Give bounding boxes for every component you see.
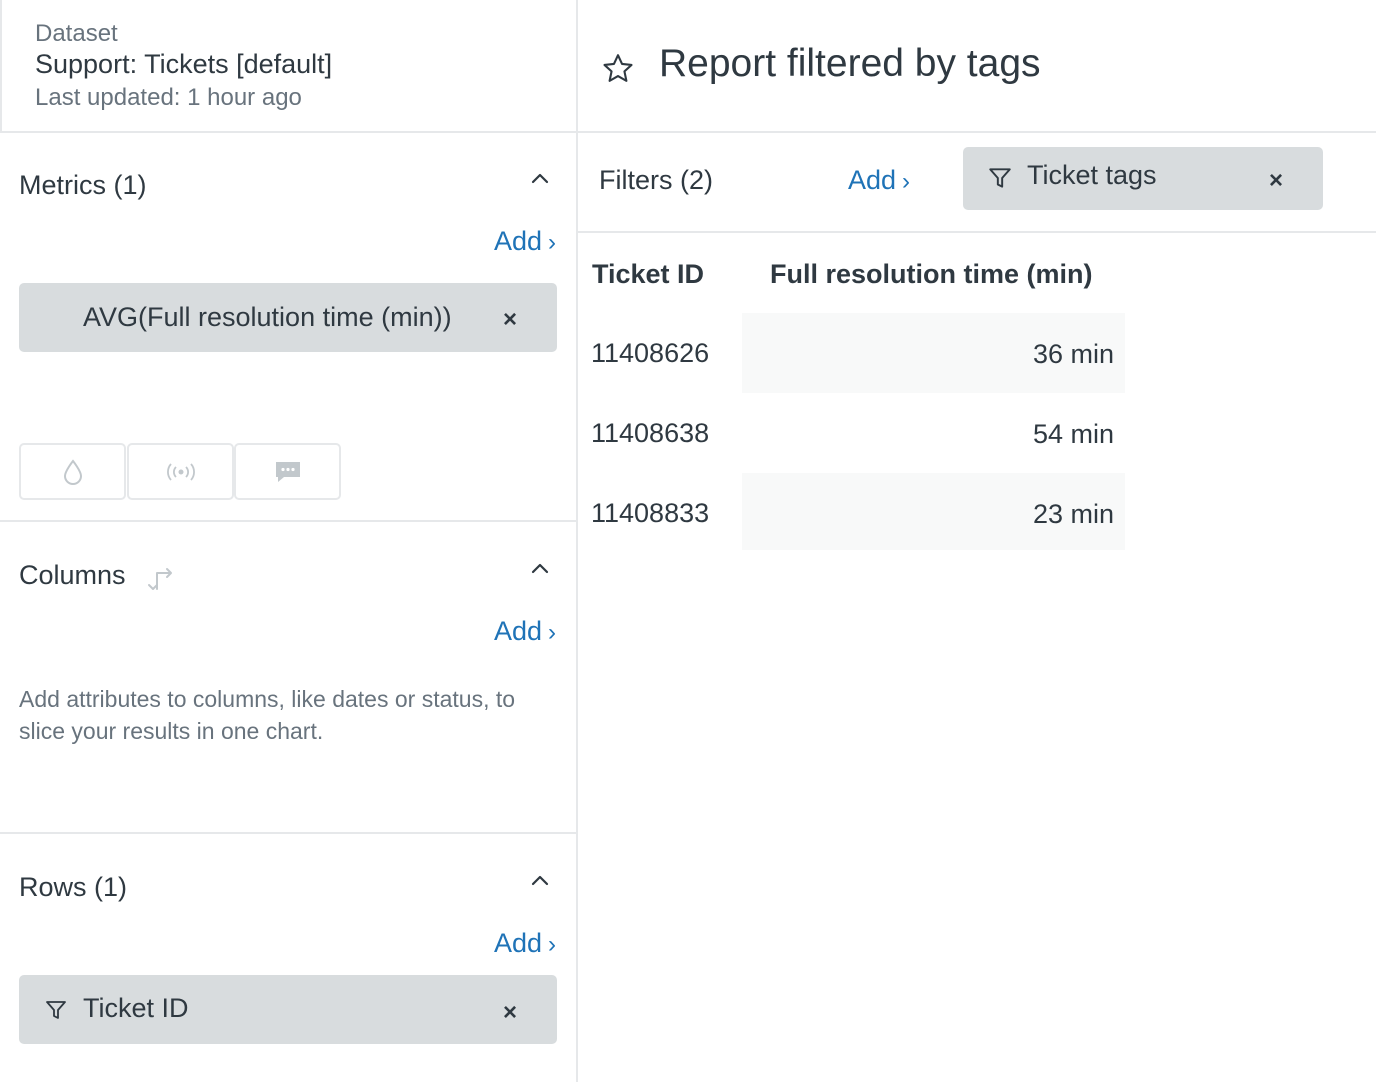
filter-funnel-icon[interactable] — [44, 998, 68, 1022]
column-header-resolution-time[interactable]: Full resolution time (min) — [770, 259, 1093, 290]
table-cell-value-text: 23 min — [1032, 499, 1114, 529]
dataset-updated: Last updated: 1 hour ago — [35, 84, 302, 111]
columns-add-link[interactable]: Add › — [494, 616, 556, 647]
rows-title: Rows (1) — [19, 872, 128, 902]
filters-add-label: Add — [848, 165, 897, 195]
columns-title: Columns — [19, 560, 126, 590]
dataset-label: Dataset — [35, 20, 118, 47]
droplet-icon — [63, 458, 82, 485]
metrics-add-label: Add — [493, 226, 542, 256]
metric-pill[interactable]: AVG(Full resolution time (min)) × — [19, 283, 557, 352]
table-cell-value: 54 min — [742, 393, 1125, 473]
table-cell-value: 36 min — [742, 313, 1125, 393]
table-cell-value-text: 36 min — [1032, 339, 1114, 369]
close-icon[interactable]: × — [503, 999, 517, 1027]
columns-section: Columns Add › — [0, 522, 576, 832]
column-header-ticket-id[interactable]: Ticket ID — [592, 259, 704, 290]
filters-add-link[interactable]: Add › — [848, 165, 910, 196]
report-panel: Report filtered by tags Filters (2) Add ›… — [578, 0, 1376, 1082]
filter-pill[interactable]: Ticket tags × — [963, 147, 1323, 210]
filters-label: Filters (2) — [599, 165, 713, 195]
report-header: Report filtered by tags — [578, 0, 1376, 133]
filter-pill-label: Ticket tags — [1027, 160, 1157, 190]
chevron-right-icon: › — [902, 168, 911, 195]
report-title[interactable]: Report filtered by tags — [659, 42, 1041, 86]
table-cell-value-text: 54 min — [1032, 419, 1114, 449]
color-viz-button[interactable] — [19, 443, 126, 500]
columns-help-text: Add attributes to columns, like dates or… — [19, 686, 516, 744]
broadcast-icon — [166, 462, 195, 481]
table-cell-ticket-id[interactable]: 11408638 — [591, 418, 709, 449]
dataset-header[interactable]: Dataset Support: Tickets [default] Last … — [0, 0, 578, 133]
comment-viz-button[interactable] — [234, 443, 341, 500]
columns-add-label: Add — [493, 616, 542, 646]
table-cell-ticket-id[interactable]: 11408626 — [591, 338, 709, 369]
swap-arrows-icon[interactable] — [143, 559, 177, 593]
speech-bubble-icon — [275, 461, 300, 482]
dataset-name[interactable]: Support: Tickets [default] — [35, 49, 332, 80]
rows-add-link[interactable]: Add › — [494, 928, 556, 959]
chevron-up-icon[interactable] — [528, 167, 552, 191]
table-cell-ticket-id[interactable]: 11408833 — [591, 498, 709, 529]
close-icon[interactable]: × — [1269, 167, 1283, 195]
close-icon[interactable]: × — [503, 306, 517, 334]
chevron-right-icon: › — [548, 619, 556, 646]
chevron-right-icon: › — [548, 931, 556, 958]
rows-add-label: Add — [493, 928, 542, 958]
chevron-up-icon[interactable] — [528, 869, 552, 893]
rows-section: Rows (1) Add › Ticket ID × — [0, 834, 576, 1082]
row-pill-label: Ticket ID — [83, 993, 189, 1023]
metrics-add-link[interactable]: Add › — [494, 226, 556, 257]
chevron-right-icon: › — [548, 229, 556, 256]
filters-bar: Filters (2) Add › Ticket tags × — [578, 133, 1376, 233]
metric-pill-label: AVG(Full resolution time (min)) — [83, 302, 452, 332]
row-pill[interactable]: Ticket ID × — [19, 975, 557, 1044]
chevron-up-icon[interactable] — [528, 557, 552, 581]
query-builder-panel: Dataset Support: Tickets [default] Last … — [0, 0, 578, 1082]
table-cell-value: 23 min — [742, 473, 1125, 550]
filter-funnel-icon[interactable] — [987, 165, 1013, 191]
star-icon[interactable] — [600, 51, 636, 87]
metrics-title: Metrics (1) — [19, 170, 147, 200]
broadcast-viz-button[interactable] — [127, 443, 234, 500]
